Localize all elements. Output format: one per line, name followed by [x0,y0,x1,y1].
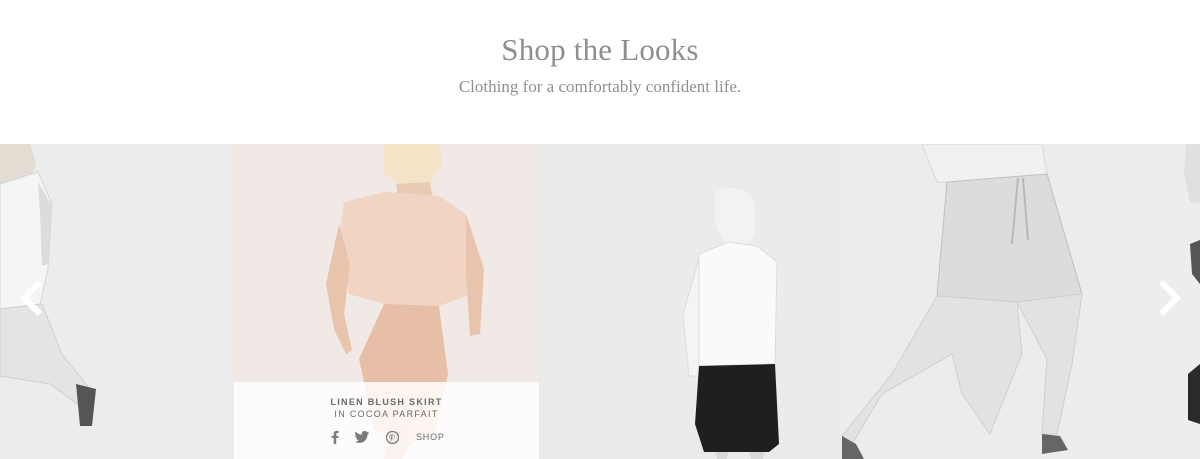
carousel-prev-button[interactable] [16,278,46,318]
chevron-right-icon [1158,279,1182,317]
page-header: Shop the Looks Clothing for a comfortabl… [0,0,1200,144]
looks-carousel: LINEN BLUSH SKIRT IN COCOA PARFAIT SHOP [0,144,1200,459]
product-overlay: LINEN BLUSH SKIRT IN COCOA PARFAIT SHOP [234,382,539,459]
model-image [842,144,1148,459]
product-name: LINEN BLUSH SKIRT [330,397,443,407]
facebook-icon[interactable] [328,430,342,444]
page-subtitle: Clothing for a comfortably confident lif… [458,77,742,96]
carousel-slide[interactable] [539,144,842,459]
carousel-slide[interactable] [842,144,1148,459]
pinterest-icon[interactable] [385,430,399,444]
chevron-left-icon [19,279,43,317]
page-title: Shop the Looks [501,32,699,67]
carousel-slide-featured[interactable]: LINEN BLUSH SKIRT IN COCOA PARFAIT SHOP [234,144,539,459]
carousel-next-button[interactable] [1155,278,1185,318]
twitter-icon[interactable] [354,430,370,444]
shop-link[interactable]: SHOP [416,432,445,442]
model-image [539,144,842,459]
product-color: IN COCOA PARFAIT [334,409,439,419]
